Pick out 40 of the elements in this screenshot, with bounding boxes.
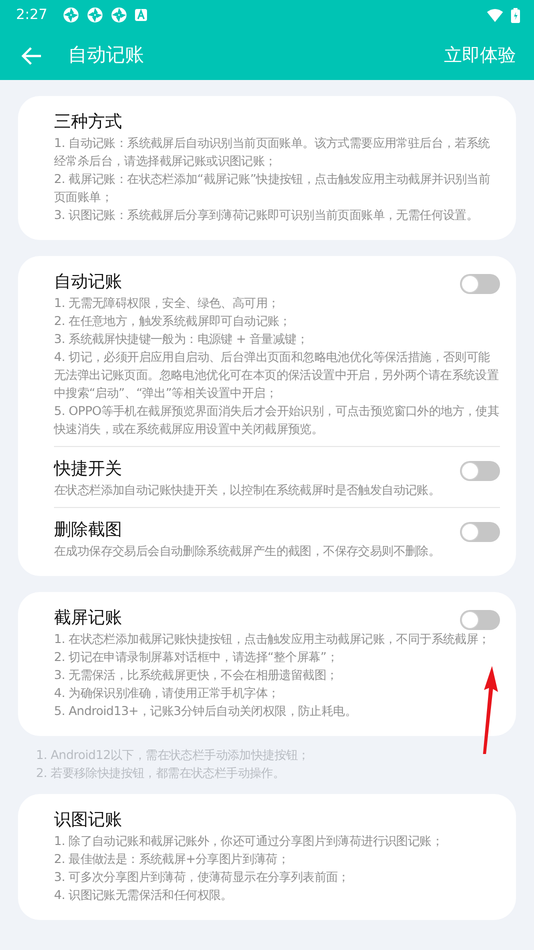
description-text: 2. 在任意地方，触发系统截屏即可自动记账； [54, 313, 292, 330]
description-text: 1. 在状态栏添加截屏记账快捷按钮，点击触发应用主动截屏记账，不同于系统截屏； [54, 631, 491, 648]
section-title: 识图记账 [54, 809, 122, 832]
notification-icon [63, 7, 80, 23]
description-text: 2. 截屏记账：在状态栏添加“截屏记账”快捷按钮，点击触发应用主动截屏并识别当前页面账单； [54, 171, 492, 206]
description-text: 2. 最佳做法是：系统截屏+分享图片到薄荷； [54, 851, 290, 868]
battery-icon [511, 8, 520, 22]
notification-icon [87, 7, 104, 23]
toggle-switch[interactable] [460, 461, 500, 481]
description-text: 在状态栏添加自动记账快捷开关，以控制在系统截屏时是否触发自动记账。 [54, 482, 442, 499]
section-title: 快捷开关 [54, 458, 122, 481]
notification-icon [111, 7, 128, 23]
description-text: 5. OPPO等手机在截屏预览界面消失后才会开始识别，可点击预览窗口外的地方，使其快速消失，或在系统截屏应用设置中关闭截屏预览。 [54, 403, 500, 438]
wifi-icon [487, 8, 503, 22]
description-text: 4. 识图记账无需保活和任何权限。 [54, 887, 234, 904]
description-text: 4. 切记，必须开启应用自启动、后台弹出页面和忽略电池优化等保活措施，否则可能无法弹出记账页面。忽略电池优化可在本页的保活设置中开启，另外两个请在系统设置中搜索“启动”、“弹出”等相关设置中开启； [54, 349, 500, 402]
description-text: 3. 系统截屏快捷键一般为：电源键 + 音量减键； [54, 331, 309, 348]
description-text: 在成功保存交易后会自动删除系统截屏产生的截图，不保存交易则不删除。 [54, 543, 442, 560]
section-title: 自动记账 [54, 271, 122, 294]
note-text: 2. 若要移除快捷按钮，都需在状态栏手动操作。 [36, 765, 286, 782]
section-title: 截屏记账 [54, 607, 122, 630]
description-text: 1. 除了自动记账和截屏记账外，你还可通过分享图片到薄荷进行识图记账； [54, 833, 444, 850]
toggle-switch[interactable] [460, 274, 500, 294]
toggle-switch[interactable] [460, 610, 500, 630]
page-title: 自动记账 [68, 42, 144, 68]
description-text: 5. Android13+，记账3分钟后自动关闭权限，防止耗电。 [54, 703, 358, 720]
description-text: 3. 无需保活，比系统截屏更快，不会在相册遗留截图； [54, 667, 339, 684]
section-title: 三种方式 [54, 111, 122, 134]
description-text: 1. 无需无障碍权限，安全、绿色、高可用； [54, 295, 280, 312]
app-icon [135, 9, 148, 21]
description-text: 4. 为确保识别准确，请使用正常手机字体； [54, 685, 280, 702]
toggle-switch[interactable] [460, 522, 500, 542]
section-title: 删除截图 [54, 519, 122, 542]
clock-time: 2:27 [16, 6, 48, 24]
description-text: 3. 识图记账：系统截屏后分享到薄荷记账即可识别当前页面账单，无需任何设置。 [54, 207, 480, 224]
description-text: 3. 可多次分享图片到薄荷，使薄荷显示在分享列表前面； [54, 869, 350, 886]
description-text: 2. 切记在申请录制屏幕对话框中，请选择“整个屏幕”； [54, 649, 340, 666]
note-text: 1. Android12以下，需在状态栏手动添加快捷按钮； [36, 747, 310, 764]
description-text: 1. 自动记账：系统截屏后自动识别当前页面账单。该方式需要应用常驻后台，若系统经常杀后台，请选择截屏记账或识图记账； [54, 135, 491, 170]
try-now-button[interactable]: 立即体验 [444, 42, 516, 68]
